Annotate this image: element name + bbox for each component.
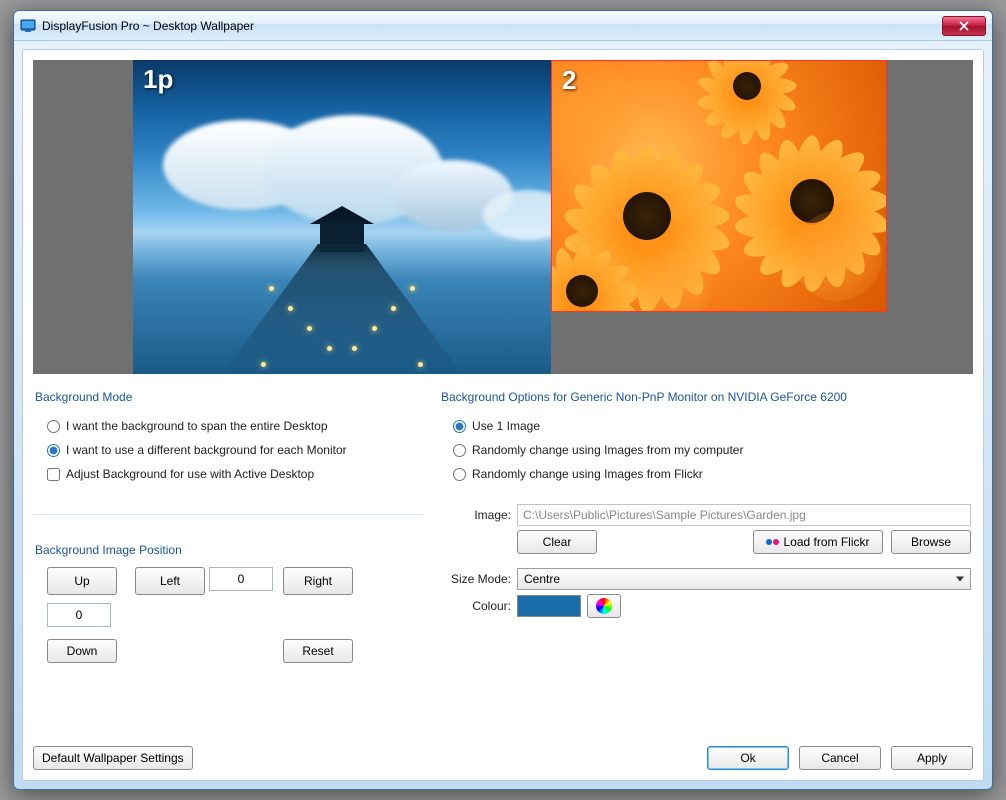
radio-use-1-image-label: Use 1 Image — [472, 419, 540, 433]
load-from-flickr-button[interactable]: Load from Flickr — [753, 530, 883, 554]
radio-per-monitor[interactable]: I want to use a different background for… — [35, 438, 421, 462]
clear-button[interactable]: Clear — [517, 530, 597, 554]
radio-random-flickr-input[interactable] — [453, 468, 466, 481]
position-x-input[interactable] — [209, 567, 273, 591]
radio-random-flickr[interactable]: Randomly change using Images from Flickr — [441, 462, 971, 486]
monitor-1-preview[interactable]: 1p — [133, 60, 551, 374]
monitor-preview-area: 1p 2 — [33, 60, 973, 374]
left-button[interactable]: Left — [135, 567, 205, 595]
colour-wheel-icon — [596, 598, 612, 614]
client-area: 1p 2 Background Mode I want the backgrou… — [22, 49, 984, 781]
close-icon — [959, 21, 969, 31]
titlebar[interactable]: DisplayFusion Pro ~ Desktop Wallpaper — [14, 11, 992, 41]
background-mode-label: Background Mode — [35, 390, 421, 404]
radio-random-computer-input[interactable] — [453, 444, 466, 457]
close-button[interactable] — [942, 16, 986, 36]
flickr-icon — [766, 539, 779, 545]
app-icon — [20, 18, 36, 34]
position-y-input[interactable] — [47, 603, 111, 627]
image-field-label: Image: — [441, 508, 511, 522]
radio-per-monitor-input[interactable] — [47, 444, 60, 457]
divider — [33, 514, 423, 515]
background-options-label: Background Options for Generic Non-PnP M… — [441, 390, 971, 404]
colour-picker-button[interactable] — [587, 594, 621, 618]
radio-per-monitor-label: I want to use a different background for… — [66, 443, 347, 457]
cancel-button[interactable]: Cancel — [799, 746, 881, 770]
colour-label: Colour: — [441, 599, 511, 613]
background-mode-group: Background Mode I want the background to… — [33, 386, 423, 494]
check-active-desktop[interactable]: Adjust Background for use with Active De… — [35, 462, 421, 486]
background-options-group: Background Options for Generic Non-PnP M… — [439, 386, 973, 630]
right-button[interactable]: Right — [283, 567, 353, 595]
colour-swatch[interactable] — [517, 595, 581, 617]
radio-random-flickr-label: Randomly change using Images from Flickr — [472, 467, 703, 481]
radio-span-desktop[interactable]: I want the background to span the entire… — [35, 414, 421, 438]
size-mode-select[interactable]: Centre — [517, 568, 971, 590]
size-mode-value: Centre — [524, 572, 560, 586]
image-position-label: Background Image Position — [35, 543, 421, 557]
radio-random-computer-label: Randomly change using Images from my com… — [472, 443, 743, 457]
radio-span-desktop-label: I want the background to span the entire… — [66, 419, 328, 433]
ok-button[interactable]: Ok — [707, 746, 789, 770]
monitor-1-label: 1p — [143, 64, 173, 95]
dialog-window: DisplayFusion Pro ~ Desktop Wallpaper — [13, 10, 993, 790]
radio-span-desktop-input[interactable] — [47, 420, 60, 433]
reset-button[interactable]: Reset — [283, 639, 353, 663]
browse-button[interactable]: Browse — [891, 530, 971, 554]
up-button[interactable]: Up — [47, 567, 117, 595]
footer: Default Wallpaper Settings Ok Cancel App… — [33, 734, 973, 770]
apply-button[interactable]: Apply — [891, 746, 973, 770]
size-mode-label: Size Mode: — [441, 572, 511, 586]
radio-random-computer[interactable]: Randomly change using Images from my com… — [441, 438, 971, 462]
radio-use-1-image[interactable]: Use 1 Image — [441, 414, 971, 438]
radio-use-1-image-input[interactable] — [453, 420, 466, 433]
down-button[interactable]: Down — [47, 639, 117, 663]
check-active-desktop-label: Adjust Background for use with Active De… — [66, 467, 314, 481]
default-wallpaper-settings-button[interactable]: Default Wallpaper Settings — [33, 746, 193, 770]
image-path-input[interactable] — [517, 504, 971, 526]
image-position-group: Background Image Position Up Left Right … — [33, 539, 423, 671]
check-active-desktop-input[interactable] — [47, 468, 60, 481]
window-title: DisplayFusion Pro ~ Desktop Wallpaper — [42, 19, 942, 33]
monitor-2-label: 2 — [562, 65, 576, 96]
monitor-2-preview[interactable]: 2 — [551, 60, 887, 312]
load-from-flickr-label: Load from Flickr — [783, 535, 869, 549]
